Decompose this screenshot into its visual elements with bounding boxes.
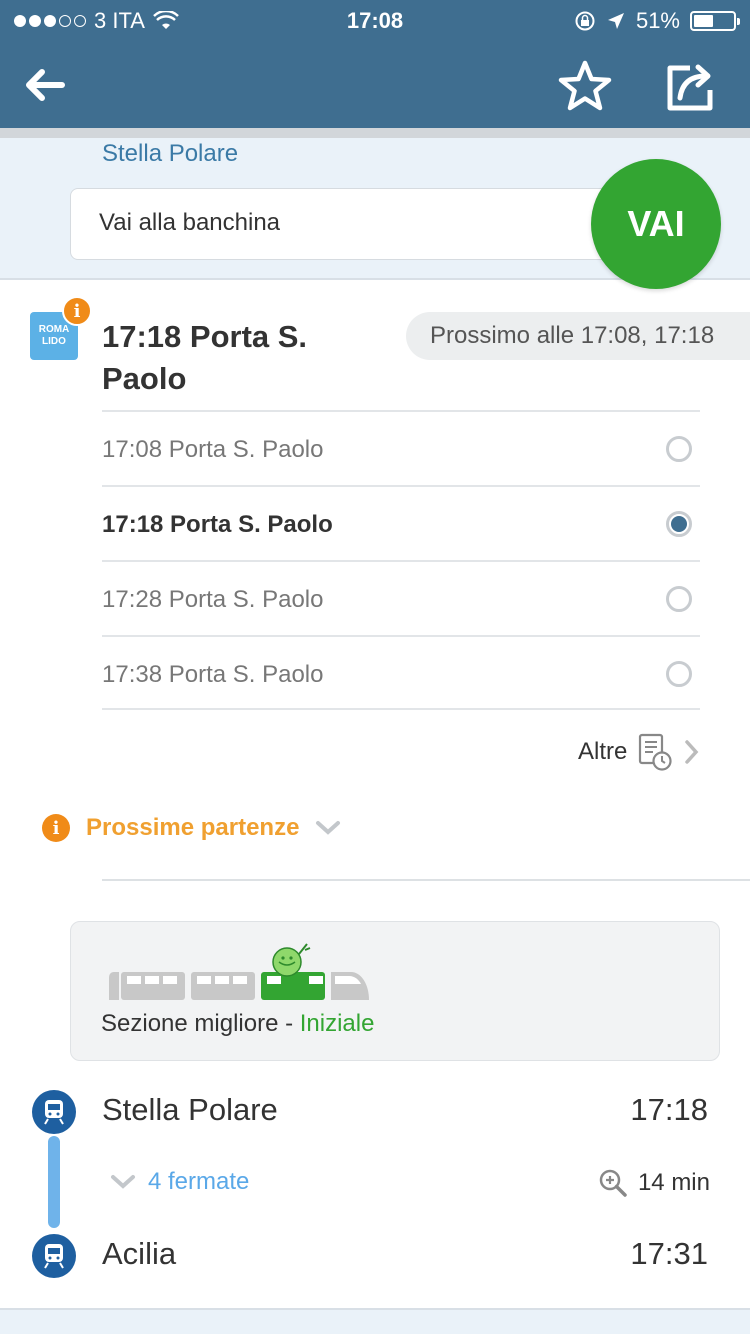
departure-option-label: 17:38 Porta S. Paolo — [102, 661, 324, 688]
status-right: 51% — [574, 8, 740, 34]
departure-option[interactable]: 17:08 Porta S. Paolo — [102, 410, 700, 485]
route-line — [48, 1136, 60, 1228]
train-cars-icon — [109, 943, 369, 1000]
departure-title: 17:18 Porta S. Paolo — [102, 319, 308, 396]
bottom-panel — [0, 1308, 750, 1334]
status-bar: 3 ITA 17:08 51% — [0, 0, 750, 40]
chevron-down-icon — [316, 821, 341, 835]
radio-button[interactable] — [666, 661, 692, 687]
departure-options: 17:08 Porta S. Paolo 17:18 Porta S. Paol… — [102, 410, 700, 710]
share-icon[interactable] — [660, 58, 718, 116]
header-shadow — [0, 128, 750, 138]
divider — [102, 879, 750, 881]
chevron-right-icon — [685, 740, 699, 764]
go-button[interactable]: VAI — [591, 159, 721, 289]
battery-icon — [690, 11, 740, 31]
info-icon[interactable]: i — [62, 296, 92, 326]
best-section-value: Iniziale — [299, 1010, 375, 1037]
header-actions — [0, 56, 750, 116]
next-departures-pill: Prossimo alle 17:08, 17:18 — [406, 312, 750, 360]
departure-option-label: 17:08 Porta S. Paolo — [102, 436, 324, 463]
info-icon: i — [42, 814, 70, 842]
origin-station-name: Stella Polare — [102, 140, 239, 167]
more-departures-link[interactable]: Altre — [578, 732, 699, 772]
trip-duration[interactable]: 14 min — [598, 1168, 710, 1198]
more-departures-label: Altre — [578, 738, 628, 765]
top-bar: 3 ITA 17:08 51% — [0, 0, 750, 128]
zoom-in-icon — [599, 1169, 627, 1197]
from-stop-name: Stella Polare — [102, 1092, 278, 1127]
from-stop-time: 17:18 — [630, 1092, 708, 1127]
platform-instruction-text: Vai alla banchina — [99, 209, 281, 236]
stops-toggle[interactable]: 4 fermate — [110, 1168, 249, 1196]
departure-option[interactable]: 17:38 Porta S. Paolo — [102, 635, 700, 710]
next-departures-toggle[interactable]: i Prossime partenze — [42, 814, 341, 842]
departure-option[interactable]: 17:28 Porta S. Paolo — [102, 560, 700, 635]
to-stop-name: Acilia — [102, 1236, 177, 1271]
line-badge-text-1: ROMA — [38, 324, 70, 335]
platform-instruction-field[interactable]: Vai alla banchina — [70, 188, 660, 260]
star-outline-icon[interactable] — [556, 58, 614, 116]
arrow-left-icon[interactable] — [20, 60, 70, 110]
line-badge-text-2: LIDO — [42, 336, 66, 347]
radio-button[interactable] — [666, 436, 692, 462]
best-section-card: Sezione migliore - Iniziale — [70, 921, 720, 1061]
radio-button[interactable] — [666, 586, 692, 612]
departure-option-selected[interactable]: 17:18 Porta S. Paolo — [102, 485, 700, 560]
to-stop-time: 17:31 — [630, 1236, 708, 1271]
location-arrow-icon — [607, 13, 624, 29]
stops-count: 4 fermate — [148, 1168, 250, 1195]
best-section-text: Sezione migliore - Iniziale — [101, 1010, 374, 1038]
next-departures-label: Prossime partenze — [86, 814, 300, 841]
battery-percent: 51% — [635, 8, 680, 33]
train-stop-icon — [32, 1090, 76, 1134]
train-stop-icon — [32, 1234, 76, 1278]
departure-option-label: 17:18 Porta S. Paolo — [102, 511, 333, 538]
trip-duration-text: 14 min — [637, 1169, 710, 1196]
radio-button-checked[interactable] — [666, 511, 692, 537]
chevron-down-icon — [111, 1175, 135, 1189]
rotation-lock-icon — [575, 11, 595, 31]
departure-option-label: 17:28 Porta S. Paolo — [102, 586, 324, 613]
best-section-label: Sezione migliore - — [101, 1010, 300, 1037]
timetable-icon — [639, 733, 672, 771]
